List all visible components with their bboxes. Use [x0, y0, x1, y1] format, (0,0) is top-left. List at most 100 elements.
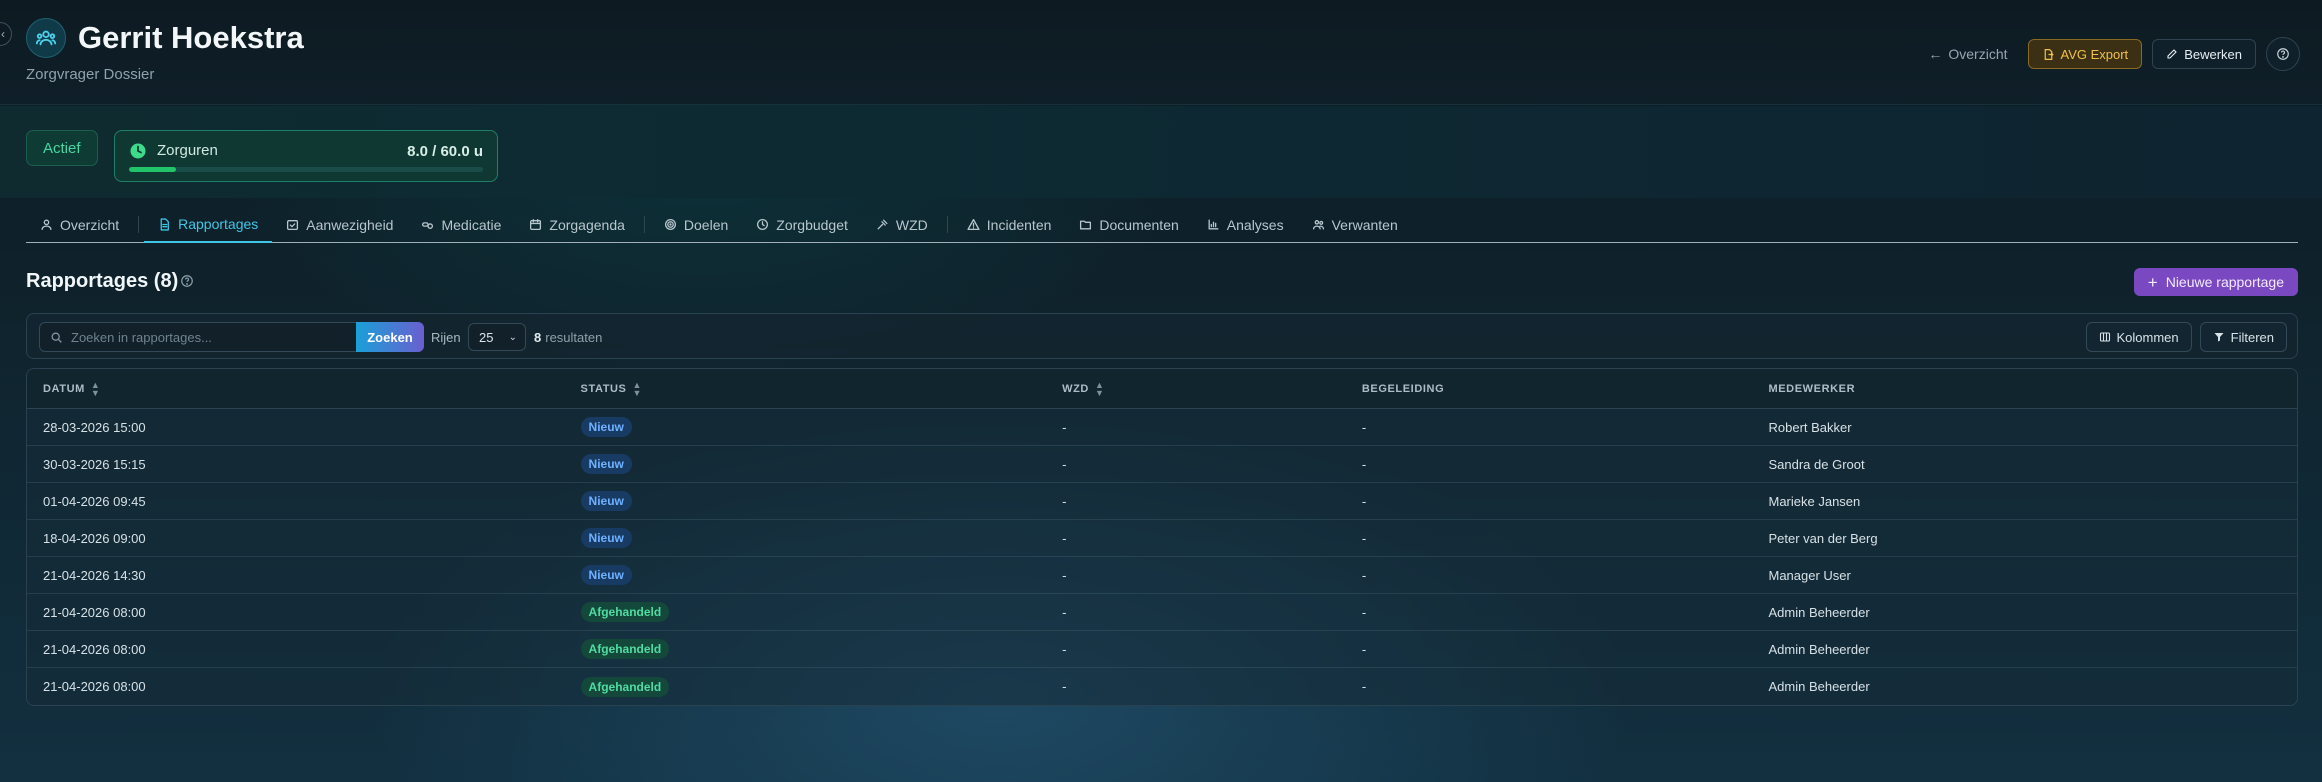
clock-icon: [130, 143, 146, 159]
pill-icon: [422, 222, 434, 229]
search-input[interactable]: [71, 329, 351, 345]
header-actions: ← Overzicht AVG Export Bewerken: [1928, 37, 2300, 71]
columns-icon: [2099, 332, 2110, 342]
tab-zorgbudget[interactable]: Zorgbudget: [742, 207, 862, 242]
tab-rapportages[interactable]: Rapportages: [144, 207, 273, 243]
result-count: 8 resultaten: [534, 330, 602, 345]
cell-begeleiding: -: [1361, 641, 1367, 657]
toolbar-right: Kolommen Filteren: [2085, 322, 2287, 352]
tab-analyses[interactable]: Analyses: [1193, 207, 1298, 242]
cell-wzd: -: [1062, 679, 1067, 694]
cell-status: Nieuw: [565, 491, 1047, 511]
table-row[interactable]: 21-04-2026 14:30 Nieuw - - Manager User: [27, 557, 2297, 594]
cell-status: Nieuw: [565, 417, 1047, 437]
page-subtitle: Zorgvrager Dossier: [26, 66, 155, 83]
folder-icon: [1080, 220, 1092, 230]
tab-bar: Overzicht Rapportages Aanwezigheid Medicati…: [26, 207, 2298, 243]
table-header: DATUM ▲ ▼ STATUS ▲ ▼ WZD ▲ ▼ BEGELEIDING MEDEW…: [27, 369, 2297, 409]
help-circle-icon[interactable]: [180, 274, 194, 288]
tab-zorgagenda[interactable]: Zorgagenda: [515, 207, 639, 242]
status-badge: Nieuw: [580, 491, 632, 511]
rows-per-page-select[interactable]: 25 ⌄: [468, 323, 526, 351]
table-body: 28-03-2026 15:00 Nieuw - - Robert Bakker 30-0…: [27, 409, 2297, 705]
new-report-button[interactable]: + Nieuwe rapportage: [2133, 268, 2298, 296]
care-hours-progress-fill: [129, 167, 177, 172]
cell-wzd: -: [1062, 493, 1067, 509]
table-row[interactable]: 30-03-2026 15:15 Nieuw - - Sandra de Groot: [27, 446, 2297, 483]
gavel-icon: [877, 219, 888, 230]
tab-aanwezigheid[interactable]: Aanwezigheid: [272, 207, 407, 242]
clock-icon: [757, 218, 769, 231]
tab-label: Zorgbudget: [776, 216, 848, 233]
target-icon: [664, 218, 676, 231]
table-row[interactable]: 01-04-2026 09:45 Nieuw - - Marieke Jansen: [27, 483, 2297, 520]
tab-medicatie[interactable]: Medicatie: [407, 207, 515, 242]
cell-begeleiding: -: [1361, 679, 1367, 694]
tab-label: Documenten: [1099, 216, 1179, 233]
sort-icon: ▲ ▼: [1094, 379, 1105, 398]
avg-export-button[interactable]: AVG Export: [2027, 39, 2143, 69]
plus-icon: +: [2147, 272, 2158, 292]
filter-button[interactable]: Filteren: [2199, 322, 2287, 352]
table-row[interactable]: 28-03-2026 15:00 Nieuw - - Robert Bakker: [27, 409, 2297, 446]
tab-incidenten[interactable]: Incidenten: [953, 207, 1066, 242]
cell-medewerker: Peter van der Berg: [1768, 530, 1878, 546]
columns-label: Kolommen: [2116, 329, 2179, 345]
cell-begeleiding: -: [1361, 456, 1367, 472]
edit-button[interactable]: Bewerken: [2152, 39, 2256, 69]
cell-medewerker: Manager User: [1768, 567, 1851, 583]
table-row[interactable]: 21-04-2026 08:00 Afgehandeld - - Admin Behee…: [27, 594, 2297, 631]
table-row[interactable]: 18-04-2026 09:00 Nieuw - - Peter van der Ber…: [27, 520, 2297, 557]
column-header-wzd[interactable]: WZD ▲ ▼: [1046, 379, 1346, 398]
filter-label: Filteren: [2230, 329, 2274, 345]
collapse-sidebar-button[interactable]: ‹: [0, 22, 12, 46]
status-badge: Nieuw: [580, 565, 632, 585]
help-icon: [2277, 48, 2289, 60]
column-header-begeleiding: BEGELEIDING: [1346, 383, 1753, 395]
cell-begeleiding: -: [1361, 493, 1367, 509]
users-icon: [1312, 220, 1324, 230]
cell-begeleiding: -: [1361, 604, 1367, 620]
cell-datum: 21-04-2026 08:00: [43, 679, 146, 694]
column-header-status[interactable]: STATUS ▲ ▼: [565, 380, 1047, 397]
calendar-icon: [530, 218, 542, 231]
cell-medewerker: Admin Beheerder: [1768, 604, 1870, 620]
column-header-datum[interactable]: DATUM ▲ ▼: [27, 379, 565, 398]
tab-label: Incidenten: [986, 216, 1052, 233]
cell-status: Nieuw: [565, 565, 1047, 585]
sort-icon: ▲ ▼: [90, 379, 101, 398]
new-report-label: Nieuwe rapportage: [2165, 274, 2284, 290]
rows-per-page-value: 25: [479, 329, 494, 345]
tab-separator: [946, 216, 948, 233]
calendar-check-icon: [287, 220, 299, 231]
warning-icon: [967, 218, 980, 231]
cell-medewerker: Marieke Jansen: [1768, 493, 1861, 509]
user-icon: [41, 219, 52, 231]
cell-datum: 21-04-2026 08:00: [43, 641, 146, 657]
table-row[interactable]: 21-04-2026 08:00 Afgehandeld - - Admin Behee…: [27, 631, 2297, 668]
overview-link[interactable]: ← Overzicht: [1928, 46, 2007, 62]
status-badge: Afgehandeld: [580, 602, 670, 622]
cell-datum: 30-03-2026 15:15: [43, 456, 146, 472]
table-row[interactable]: 21-04-2026 08:00 Afgehandeld - - Admin Behee…: [27, 668, 2297, 705]
status-badge: Nieuw: [580, 528, 632, 548]
tab-overzicht[interactable]: Overzicht: [26, 207, 133, 242]
tab-doelen[interactable]: Doelen: [650, 207, 742, 242]
cell-wzd: -: [1062, 641, 1067, 657]
cell-medewerker: Admin Beheerder: [1768, 679, 1870, 694]
help-button[interactable]: [2266, 37, 2300, 71]
avg-export-label: AVG Export: [2060, 46, 2129, 62]
tab-label: Rapportages: [178, 216, 259, 232]
arrow-left-icon: ←: [1928, 46, 1943, 62]
chart-icon: [1208, 219, 1219, 230]
tab-documenten[interactable]: Documenten: [1065, 207, 1192, 242]
cell-status: Afgehandeld: [565, 676, 1047, 697]
tab-wzd[interactable]: WZD: [862, 207, 942, 242]
tab-verwanten[interactable]: Verwanten: [1298, 207, 1412, 242]
cell-wzd: -: [1062, 567, 1067, 583]
column-header-status-label: STATUS: [580, 382, 627, 395]
columns-button[interactable]: Kolommen: [2085, 322, 2192, 352]
users-icon: [35, 30, 57, 46]
search-button[interactable]: Zoeken: [356, 322, 424, 352]
cell-datum: 18-04-2026 09:00: [43, 530, 146, 546]
